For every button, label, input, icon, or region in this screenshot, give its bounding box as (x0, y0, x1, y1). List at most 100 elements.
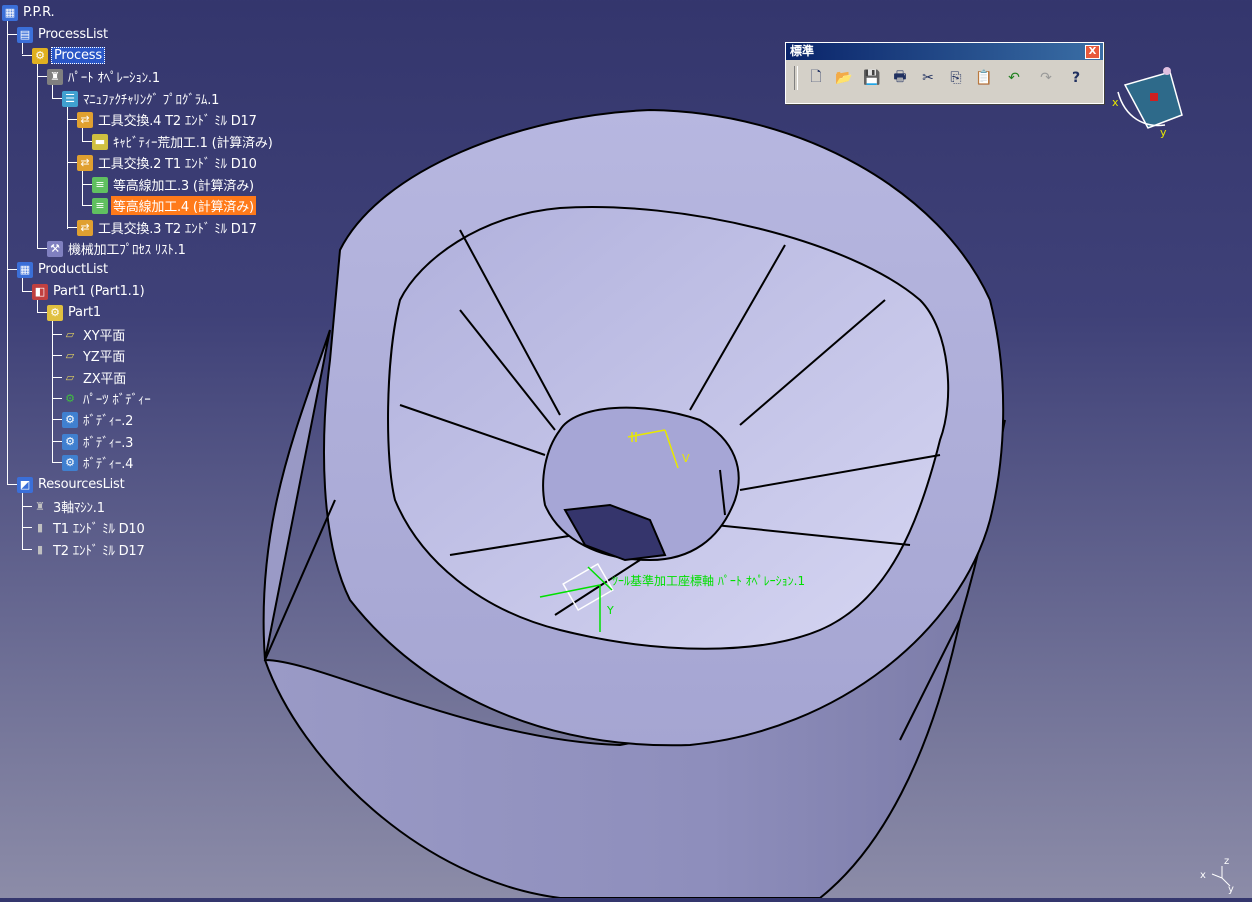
tree-item-cavity-roughing[interactable]: ▬ ｷｬﾋﾞﾃｨｰ荒加工.1 (計算済み) (92, 132, 275, 151)
compass-icon (1117, 67, 1183, 129)
toolbar-title: 標準 (790, 44, 815, 58)
end-mill-icon: ▮ (36, 520, 44, 534)
tree-item-label: XY平面 (83, 329, 126, 344)
tree-item-label: 等高線加工.4 (計算済み) (111, 196, 256, 215)
tree-item-zlevel-4[interactable]: ≡ 等高線加工.4 (計算済み) (92, 196, 256, 215)
tree-item-label: 工具交換.4 T2 ｴﾝﾄﾞ ﾐﾙ D17 (98, 114, 257, 129)
tree-item-label: ﾎﾞﾃﾞｨｰ.4 (83, 457, 134, 472)
whats-this-icon[interactable]: ? (1064, 66, 1088, 90)
tree-item-part-body[interactable]: ⚙ ﾊﾟｰﾂ ﾎﾞﾃﾞｨｰ (62, 389, 153, 409)
tree-item-process-list[interactable]: ▤ ProcessList (17, 25, 110, 44)
tree-item-zlevel-3[interactable]: ≡ 等高線加工.3 (計算済み) (92, 175, 256, 194)
tree-item-part1[interactable]: ⚙ Part1 (47, 303, 103, 322)
product-icon: ◧ (32, 283, 48, 300)
resources-list-icon: ◩ (17, 476, 33, 493)
corner-axis-y: y (1228, 884, 1234, 895)
ppr-icon: ▦ (2, 4, 18, 21)
tree-item-manufacturing-program[interactable]: ☰ ﾏﾆｭﾌｧｸﾁｬﾘﾝｸﾞ ﾌﾟﾛｸﾞﾗﾑ.1 (62, 89, 221, 108)
inner-axis-v-label: V (682, 452, 690, 465)
tree-item-label: 3軸ﾏｼﾝ.1 (53, 501, 105, 516)
tree-item-zx-plane[interactable]: ▱ ZX平面 (62, 368, 128, 388)
tool-change-icon: ⇄ (77, 219, 93, 236)
tree-item-label: ResourcesList (38, 477, 125, 492)
plane-icon: ▱ (65, 370, 75, 384)
tree-item-tool-change-4[interactable]: ⇄ 工具交換.4 T2 ｴﾝﾄﾞ ﾐﾙ D17 (77, 110, 259, 129)
machining-process-icon: ⚒ (47, 240, 63, 257)
tree-item-label: YZ平面 (83, 350, 126, 365)
new-icon[interactable]: 🗋 (804, 66, 828, 90)
tree-item-tool-t2[interactable]: ▮ T2 ｴﾝﾄﾞ ﾐﾙ D17 (32, 540, 147, 560)
plane-icon: ▱ (65, 348, 75, 362)
tree-item-label: ProductList (38, 262, 108, 277)
tree-item-label: ﾎﾞﾃﾞｨｰ.3 (83, 436, 134, 451)
part-icon: ⚙ (47, 304, 63, 321)
tree-item-label: Part1 (Part1.1) (53, 284, 145, 299)
tree-item-label: ﾏﾆｭﾌｧｸﾁｬﾘﾝｸﾞ ﾌﾟﾛｸﾞﾗﾑ.1 (83, 93, 220, 108)
toolbar-grip[interactable] (794, 66, 798, 90)
tree-item-label: P.P.R. (23, 5, 55, 20)
process-list-icon: ▤ (17, 26, 33, 43)
tree-item-ppr[interactable]: ▦ P.P.R. (2, 3, 56, 22)
tree-item-label: Process (51, 47, 105, 64)
tree-item-label: Part1 (68, 305, 101, 320)
plane-icon: ▱ (65, 327, 75, 341)
tree-item-label: ﾎﾞﾃﾞｨｰ.2 (83, 414, 134, 429)
product-list-icon: ▦ (17, 261, 33, 278)
undo-icon[interactable]: ↶ (1000, 66, 1028, 90)
tree-item-label: 等高線加工.3 (計算済み) (113, 179, 254, 194)
tree-item-product-part1[interactable]: ◧ Part1 (Part1.1) (32, 282, 147, 301)
tree-item-machining-process-list[interactable]: ⚒ 機械加工ﾌﾟﾛｾｽ ﾘｽﾄ.1 (47, 239, 188, 258)
part-operation-icon: ♜ (47, 68, 63, 85)
tree-item-label: 工具交換.3 T2 ｴﾝﾄﾞ ﾐﾙ D17 (98, 222, 257, 237)
tree-item-label: T2 ｴﾝﾄﾞ ﾐﾙ D17 (53, 544, 145, 559)
local-axis-y-label: Y (606, 604, 614, 617)
manufacturing-program-icon: ☰ (62, 90, 78, 107)
tree-item-label: ﾊﾟｰﾄ ｵﾍﾟﾚｰｼｮﾝ.1 (68, 71, 160, 86)
redo-icon[interactable]: ↷ (1032, 66, 1060, 90)
body-icon: ⚙ (62, 411, 78, 428)
tree-item-tool-change-2[interactable]: ⇄ 工具交換.2 T1 ｴﾝﾄﾞ ﾐﾙ D10 (77, 153, 259, 172)
standard-toolbar[interactable]: 標準 X 🗋 📂 💾 🖶 ✂ ⎘ 📋 ↶ ↷ ? (785, 42, 1104, 104)
process-gear-icon: ⚙ (32, 47, 48, 64)
tree-item-label: T1 ｴﾝﾄﾞ ﾐﾙ D10 (53, 522, 145, 537)
tree-item-body-3[interactable]: ⚙ ﾎﾞﾃﾞｨｰ.3 (62, 432, 135, 451)
part-body-icon: ⚙ (65, 391, 75, 405)
tree-item-label: ﾊﾟｰﾂ ﾎﾞﾃﾞｨｰ (83, 393, 151, 408)
tree-item-label: 工具交換.2 T1 ｴﾝﾄﾞ ﾐﾙ D10 (98, 157, 257, 172)
tree-item-product-list[interactable]: ▦ ProductList (17, 260, 110, 279)
toolbar-titlebar[interactable]: 標準 X (786, 43, 1103, 60)
tool-change-icon: ⇄ (77, 154, 93, 171)
body-icon: ⚙ (62, 433, 78, 450)
tree-item-process[interactable]: ⚙ Process (32, 46, 105, 65)
cut-icon[interactable]: ✂ (916, 66, 940, 90)
specification-tree[interactable]: ▦ P.P.R. ▤ ProcessList ⚙ Process ♜ ﾊﾟｰﾄ … (0, 0, 320, 560)
tree-item-part-operation[interactable]: ♜ ﾊﾟｰﾄ ｵﾍﾟﾚｰｼｮﾝ.1 (47, 67, 162, 86)
print-icon[interactable]: 🖶 (888, 66, 912, 90)
tree-item-3axis-machine[interactable]: ♜ 3軸ﾏｼﾝ.1 (32, 497, 107, 517)
tree-item-tool-change-3[interactable]: ⇄ 工具交換.3 T2 ｴﾝﾄﾞ ﾐﾙ D17 (77, 218, 259, 237)
tree-item-tool-t1[interactable]: ▮ T1 ｴﾝﾄﾞ ﾐﾙ D10 (32, 518, 147, 538)
tree-item-label: 機械加工ﾌﾟﾛｾｽ ﾘｽﾄ.1 (68, 243, 186, 258)
corner-axis-x: x (1200, 870, 1206, 881)
tool-change-icon: ⇄ (77, 111, 93, 128)
copy-icon[interactable]: ⎘ (944, 66, 968, 90)
corner-axis-z: z (1224, 856, 1229, 867)
tree-item-label: ProcessList (38, 27, 108, 42)
compass-y-label: y (1160, 126, 1167, 139)
tree-item-body-2[interactable]: ⚙ ﾎﾞﾃﾞｨｰ.2 (62, 410, 135, 429)
tree-item-label: ZX平面 (83, 372, 127, 387)
zlevel-icon: ≡ (92, 197, 108, 214)
local-axis-label: ﾂｰﾙ基準加工座標軸 ﾊﾟｰﾄ ｵﾍﾟﾚｰｼｮﾝ.1 (612, 573, 805, 588)
open-icon[interactable]: 📂 (832, 66, 856, 90)
tree-item-resources-list[interactable]: ◩ ResourcesList (17, 475, 127, 494)
tree-item-body-4[interactable]: ⚙ ﾎﾞﾃﾞｨｰ.4 (62, 453, 135, 472)
tree-item-xy-plane[interactable]: ▱ XY平面 (62, 325, 127, 345)
compass-x-label: x (1112, 96, 1119, 109)
tree-item-yz-plane[interactable]: ▱ YZ平面 (62, 346, 127, 366)
end-mill-icon: ▮ (36, 542, 44, 556)
roughing-icon: ▬ (92, 133, 108, 150)
close-icon[interactable]: X (1085, 45, 1100, 59)
save-icon[interactable]: 💾 (860, 66, 884, 90)
machine-icon: ♜ (35, 499, 45, 513)
paste-icon[interactable]: 📋 (972, 66, 996, 90)
